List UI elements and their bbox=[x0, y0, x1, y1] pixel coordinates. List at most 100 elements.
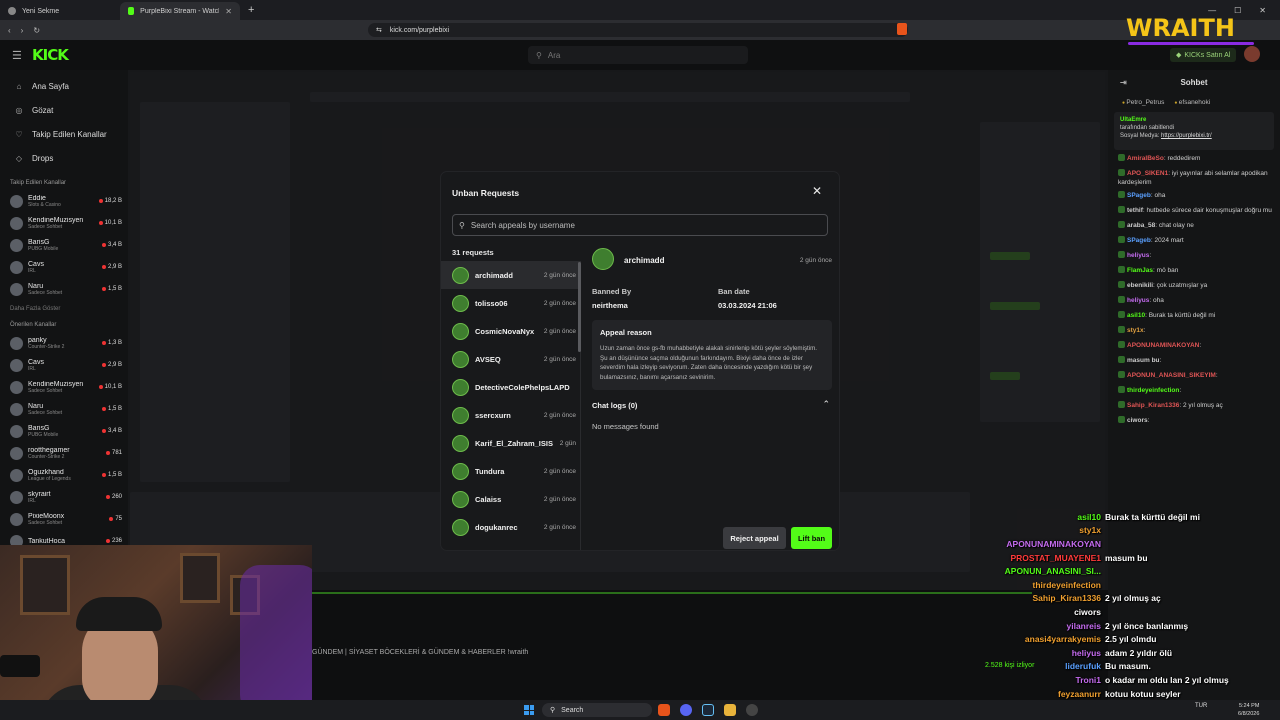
request-row[interactable]: AVSEQ 2 gün önce bbox=[441, 345, 580, 373]
channel-item[interactable]: Cavs IRL 2,9 B bbox=[0, 256, 128, 278]
chat-text: chat olay ne bbox=[1158, 222, 1194, 229]
chat-badge-icon bbox=[1118, 326, 1125, 333]
site-info-icon[interactable]: ⇆ bbox=[376, 26, 382, 34]
brave-shield-icon[interactable] bbox=[897, 23, 907, 35]
chevron-up-icon[interactable]: ⌃ bbox=[822, 399, 830, 410]
brave-app-icon[interactable] bbox=[658, 704, 670, 716]
overlay-chat-username: heliyus bbox=[1071, 647, 1101, 658]
language-indicator[interactable]: TUR bbox=[1195, 703, 1207, 709]
chat-username[interactable]: SPageb bbox=[1127, 237, 1151, 244]
nav-item-1[interactable]: ⌂ Ana Sayfa bbox=[0, 74, 128, 98]
lift-ban-button[interactable]: Lift ban bbox=[791, 527, 832, 549]
request-row[interactable]: CosmicNovaNyx 2 gün önce bbox=[441, 317, 580, 345]
chat-username[interactable]: sty1x bbox=[1127, 327, 1144, 334]
taskbar-search[interactable]: ⚲ Search bbox=[542, 703, 652, 717]
top-gifter[interactable]: Petro_Petrus bbox=[1122, 99, 1164, 106]
clock[interactable]: 5:24 PM 6/8/2026 bbox=[1238, 702, 1259, 718]
reject-appeal-button[interactable]: Reject appeal bbox=[723, 527, 786, 549]
channel-item[interactable]: KendineMuzisyen Sadece Sohbet 10,1 B bbox=[0, 212, 128, 234]
chat-logs-title[interactable]: Chat logs (0) bbox=[592, 401, 637, 410]
channel-avatar bbox=[10, 512, 23, 526]
request-list-scrollbar[interactable] bbox=[578, 262, 581, 352]
chat-username[interactable]: heliyus bbox=[1127, 252, 1149, 259]
folder-app-icon[interactable] bbox=[724, 704, 736, 716]
new-tab-plus-icon[interactable]: + bbox=[240, 4, 262, 16]
window-close-icon[interactable]: ✕ bbox=[1259, 6, 1266, 15]
chat-username[interactable]: ebenikili bbox=[1127, 282, 1153, 289]
channel-item[interactable]: Naru Sadece Sohbet 1,5 B bbox=[0, 398, 128, 420]
chat-username[interactable]: asil10 bbox=[1127, 312, 1145, 319]
steam-app-icon[interactable] bbox=[702, 704, 714, 716]
url-field[interactable]: ⇆ kick.com/purplebixi bbox=[368, 23, 908, 37]
channel-item[interactable]: BarisG PUBG Mobile 3,4 B bbox=[0, 234, 128, 256]
nav-item-3[interactable]: ♡ Takip Edilen Kanallar bbox=[0, 122, 128, 146]
request-row[interactable]: ssercxurn 2 gün önce bbox=[441, 401, 580, 429]
channel-item[interactable]: Oguzkhand League of Legends 1,5 B bbox=[0, 464, 128, 486]
request-row[interactable]: archimadd 2 gün önce bbox=[441, 261, 580, 289]
site-header: ☰ KICK ⚲ Ara ◆ KICKs Satın Al bbox=[0, 40, 1280, 70]
collapse-chat-icon[interactable]: ⇥ bbox=[1120, 78, 1127, 87]
request-row[interactable]: Tundura 2 gün önce bbox=[441, 457, 580, 485]
site-search-input[interactable]: ⚲ Ara bbox=[528, 46, 748, 64]
discord-app-icon[interactable] bbox=[680, 704, 692, 716]
chat-username[interactable]: tethif bbox=[1127, 207, 1143, 214]
show-more-link[interactable]: Daha Fazla Göster bbox=[0, 300, 128, 312]
tab-new-tab[interactable]: Yeni Sekme bbox=[0, 2, 120, 20]
channel-item[interactable]: KendineMuzisyen Sadece Sohbet 10,1 B bbox=[0, 376, 128, 398]
chat-username[interactable]: Sahip_Kiran1336 bbox=[1127, 402, 1179, 409]
request-username: Calaiss bbox=[475, 494, 502, 504]
appeal-search-input[interactable]: ⚲ Search appeals by username bbox=[452, 214, 828, 236]
top-gifter[interactable]: efsanehoki bbox=[1174, 99, 1210, 106]
maximize-icon[interactable]: ☐ bbox=[1234, 6, 1241, 15]
channel-item[interactable]: panky Counter-Strike 2 1,3 B bbox=[0, 332, 128, 354]
reload-icon[interactable]: ↻ bbox=[33, 26, 40, 35]
kick-favicon-icon bbox=[128, 7, 135, 15]
request-row[interactable]: Calaiss 2 gün önce bbox=[441, 485, 580, 513]
channel-item[interactable]: Eddie Slots & Casino 18,2 B bbox=[0, 190, 128, 212]
channel-item[interactable]: rootthegamer Counter-Strike 2 781 bbox=[0, 442, 128, 464]
modal-close-icon[interactable]: ✕ bbox=[812, 184, 822, 198]
request-row[interactable]: DetectiveColePhelpsLAPD bbox=[441, 373, 580, 401]
chat-username[interactable]: SPageb bbox=[1127, 192, 1151, 199]
nav-item-4[interactable]: ◇ Drops bbox=[0, 146, 128, 170]
chat-username[interactable]: APO_SIKEN1 bbox=[1127, 170, 1168, 177]
obs-app-icon[interactable] bbox=[746, 704, 758, 716]
channel-item[interactable]: Naru Sadece Sohbet 1,5 B bbox=[0, 278, 128, 300]
appeal-username[interactable]: archimadd bbox=[624, 256, 664, 265]
chat-separator: : bbox=[1159, 357, 1162, 364]
request-username: tolisso06 bbox=[475, 298, 508, 308]
heart-icon: ♡ bbox=[15, 129, 23, 139]
kick-logo[interactable]: KICK bbox=[32, 46, 69, 64]
channel-item[interactable]: PixieMoonx Sadece Sohbet 75 bbox=[0, 508, 128, 530]
pinned-link[interactable]: https://purplebixi.tr/ bbox=[1161, 133, 1212, 139]
menu-icon[interactable]: ☰ bbox=[12, 49, 22, 62]
channel-item[interactable]: skyrairt IRL 260 bbox=[0, 486, 128, 508]
request-row[interactable]: Karif_El_Zahram_ISIS 2 gün bbox=[441, 429, 580, 457]
chat-username[interactable]: APONUN_ANASINI_SIKEYIM bbox=[1127, 372, 1216, 379]
pinned-user[interactable]: UltaEmre bbox=[1120, 117, 1146, 123]
buy-kicks-button[interactable]: ◆ KICKs Satın Al bbox=[1170, 48, 1237, 62]
chat-username[interactable]: ciwors bbox=[1127, 417, 1148, 424]
taskbar-search-label: Search bbox=[561, 706, 584, 714]
back-icon[interactable]: ‹ bbox=[8, 26, 11, 35]
channel-item[interactable]: Cavs IRL 2,9 B bbox=[0, 354, 128, 376]
chat-username[interactable]: AmiralBeSo bbox=[1127, 155, 1164, 162]
chat-username[interactable]: APONUNAMINAKOYAN bbox=[1127, 342, 1199, 349]
user-avatar[interactable] bbox=[1244, 46, 1260, 62]
request-row[interactable]: dogukanrec 2 gün önce bbox=[441, 513, 580, 541]
chat-username[interactable]: FlamJas bbox=[1127, 267, 1153, 274]
chat-username[interactable]: araba_58 bbox=[1127, 222, 1155, 229]
channel-category: Sadece Sohbet bbox=[28, 387, 63, 394]
chat-username[interactable]: masum bu bbox=[1127, 357, 1160, 364]
request-row[interactable]: tolisso06 2 gün önce bbox=[441, 289, 580, 317]
close-icon[interactable]: ✕ bbox=[225, 7, 232, 16]
chat-message: APONUNAMINAKOYAN: bbox=[1108, 339, 1280, 354]
tab-purplebixi[interactable]: PurpleBixi Stream - Watch Live o ✕ bbox=[120, 2, 240, 20]
forward-icon[interactable]: › bbox=[21, 26, 24, 35]
windows-start-icon[interactable] bbox=[524, 705, 534, 715]
wall-frame bbox=[20, 555, 70, 615]
nav-item-2[interactable]: ◎ Gözat bbox=[0, 98, 128, 122]
chat-username[interactable]: thirdeyeinfection bbox=[1127, 387, 1179, 394]
chat-username[interactable]: heliyus bbox=[1127, 297, 1149, 304]
channel-item[interactable]: BarisG PUBG Mobile 3,4 B bbox=[0, 420, 128, 442]
